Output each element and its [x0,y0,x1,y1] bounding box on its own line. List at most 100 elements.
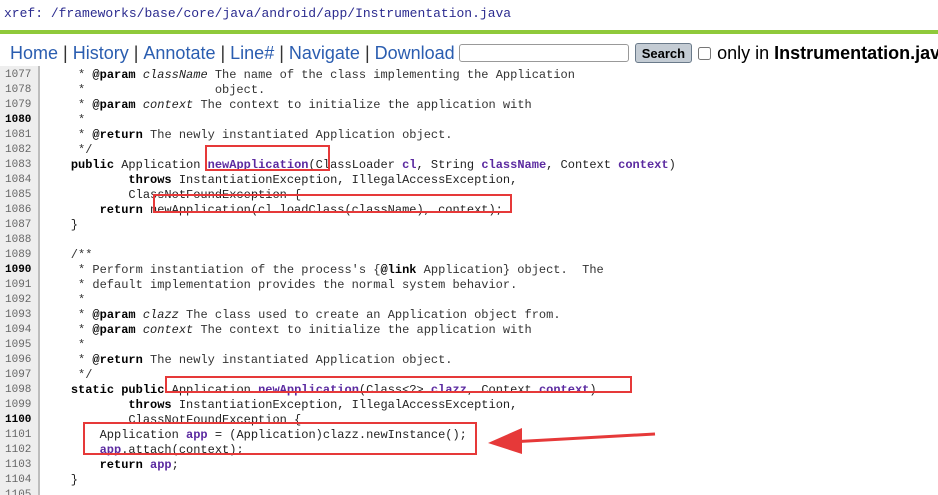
code-token[interactable]: clazz [431,383,467,397]
line-number-link[interactable]: 1096 [5,353,35,368]
code-token[interactable]: app [150,458,172,472]
line-number-link[interactable]: 1077 [5,68,35,83]
line-number-link[interactable]: 1085 [5,188,35,203]
line-number-link[interactable]: 1086 [5,203,35,218]
code-text: * [42,293,85,308]
code-token[interactable]: className [481,158,546,172]
line-number-link[interactable]: 1087 [5,218,35,233]
code-text: * @return The newly instantiated Applica… [42,353,453,368]
line-number-link[interactable]: 1091 [5,278,35,293]
line-number-link[interactable]: 1079 [5,98,35,113]
line-number-link[interactable]: 1105 [5,488,35,495]
code-token: * [42,338,86,352]
code-token[interactable]: app [186,428,208,442]
code-token: clazz [142,308,179,322]
code-token: context [142,98,194,112]
line-number-link[interactable]: 1088 [5,233,35,248]
nav-home-link[interactable]: Home [10,43,58,64]
line-number-link[interactable]: 1101 [5,428,35,443]
code-token[interactable]: newApplication [208,158,309,172]
code-token[interactable]: cl [402,158,416,172]
code-token[interactable]: app [100,443,122,457]
code-token: throws [128,398,172,412]
code-token: The context to initialize the applicatio… [193,98,532,112]
line-number-link[interactable]: 1094 [5,323,35,338]
code-text: throws InstantiationException, IllegalAc… [42,173,517,188]
code-text: } [42,473,78,488]
line-number-link[interactable]: 1081 [5,128,35,143]
code-text: public Application newApplication(ClassL… [42,158,676,173]
line-number-link[interactable]: 1104 [5,473,35,488]
code-text: Application app = (Application)clazz.new… [42,428,467,443]
search-button[interactable]: Search [634,43,693,63]
code-token: newApplication(cl.loadClass(className), … [142,203,503,217]
xref-path: xref: /frameworks/base/core/java/android… [0,0,938,28]
code-text: static public Application newApplication… [42,383,597,398]
code-token: Application [164,383,259,397]
nav-navigate-link[interactable]: Navigate [289,43,360,64]
line-number-link[interactable]: 1097 [5,368,35,383]
code-token: (ClassLoader [308,158,403,172]
code-token: .attach(context); [121,443,244,457]
code-token: Application} object. The [416,263,604,277]
only-in-file-checkbox[interactable] [698,46,712,60]
nav-line-number-link[interactable]: Line# [230,43,274,64]
code-token: The newly instantiated Application objec… [142,353,453,367]
code-token: public [70,158,115,172]
code-token: The context to initialize the applicatio… [193,323,532,337]
xref-label: xref: [4,6,44,21]
search-input[interactable] [458,44,629,62]
code-token: */ [42,143,93,157]
code-text: * Perform instantiation of the process's… [42,263,604,278]
nav-history-link[interactable]: History [73,43,129,64]
code-token: @param [92,308,136,322]
nav-download-link[interactable]: Download [375,43,455,64]
line-number-link[interactable]: 1103 [5,458,35,473]
code-token: Application [114,158,208,172]
line-number-link[interactable]: 1095 [5,338,35,353]
line-number-link[interactable]: 1080 [5,113,35,128]
code-token: @param [92,323,136,337]
code-text: app.attach(context); [42,443,244,458]
code-token: * object. [42,83,266,97]
line-number-link[interactable]: 1098 [5,383,35,398]
code-token[interactable]: context [539,383,589,397]
line-number-link[interactable]: 1084 [5,173,35,188]
line-number-link[interactable]: 1100 [5,413,35,428]
line-number-link[interactable]: 1093 [5,308,35,323]
code-token[interactable]: newApplication [258,383,359,397]
line-number-link[interactable]: 1102 [5,443,35,458]
line-number-link[interactable]: 1078 [5,83,35,98]
line-number-link[interactable]: 1082 [5,143,35,158]
code-token: * [42,128,93,142]
code-text: ClassNotFoundException { [42,413,301,428]
xref-path-text[interactable]: /frameworks/base/core/java/android/app/I… [51,6,511,21]
nav-annotate-link[interactable]: Annotate [143,43,215,64]
code-text: * @param clazz The class used to create … [42,308,561,323]
code-token: public [121,383,165,397]
code-token[interactable]: context [618,158,668,172]
code-token: @return [92,128,143,142]
line-number-link[interactable]: 1083 [5,158,35,173]
line-number-link[interactable]: 1089 [5,248,35,263]
code-token: } [42,473,79,487]
line-number-link[interactable]: 1099 [5,398,35,413]
code-token: /** [42,248,93,262]
code-token: * [42,113,86,127]
accent-bar [0,30,938,34]
code-token: @return [92,353,143,367]
line-number-link[interactable]: 1092 [5,293,35,308]
code-text: */ [42,143,92,158]
nav-separator: | [364,42,370,63]
line-number-link[interactable]: 1090 [5,263,35,278]
code-token: @param [92,98,136,112]
code-token: The name of the class implementing the A… [207,68,575,82]
code-token: Application [42,428,187,442]
